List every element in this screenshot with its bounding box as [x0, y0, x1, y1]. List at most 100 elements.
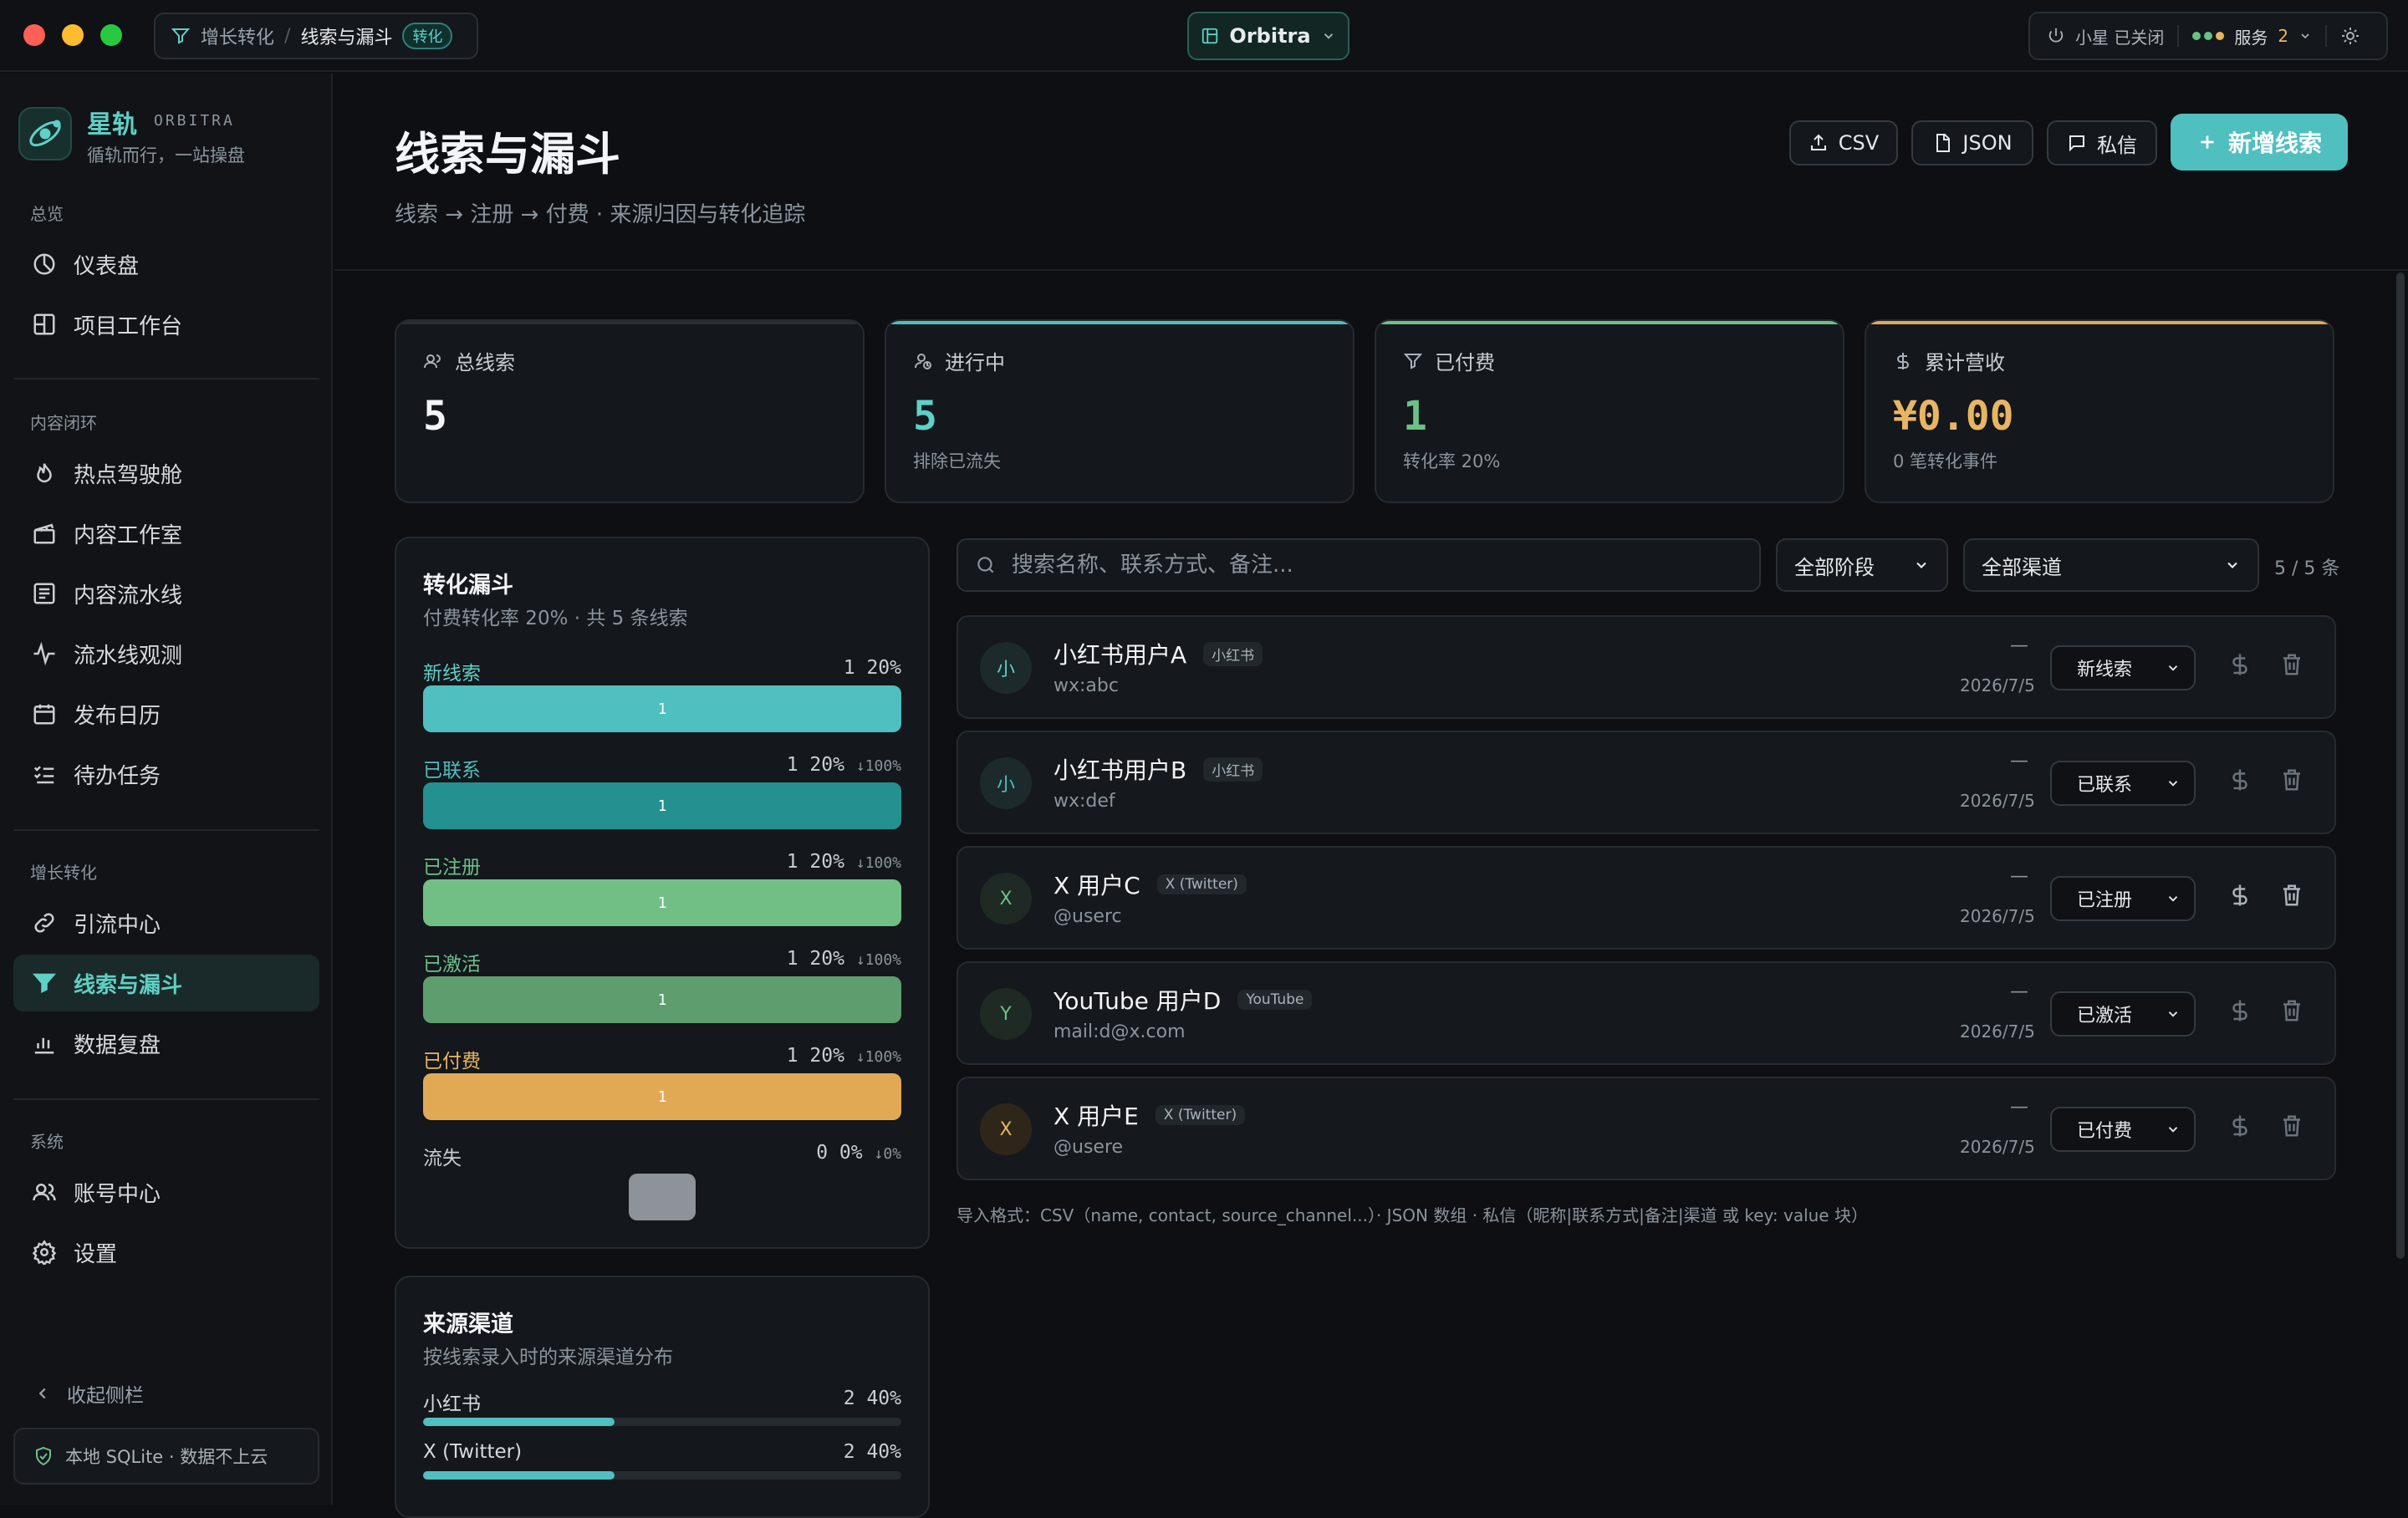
sidebar-item-review[interactable]: 数据复盘 — [13, 1015, 319, 1072]
chevron-down-icon — [1913, 557, 1930, 573]
stage-select[interactable]: 已联系 — [2050, 761, 2196, 806]
search-input[interactable] — [1012, 553, 1747, 578]
sidebar-item-leads[interactable]: 线索与漏斗 — [13, 955, 319, 1011]
breadcrumb-parent[interactable]: 增长转化 — [201, 23, 274, 49]
stat-value: ¥0.00 — [1893, 393, 2014, 440]
channel-chip: 小红书 — [1203, 641, 1263, 666]
sidebar-item-label: 线索与漏斗 — [74, 972, 183, 998]
dollar-icon[interactable] — [2227, 883, 2252, 908]
stage-filter-select[interactable]: 全部阶段 — [1776, 538, 1948, 592]
trash-icon[interactable] — [2279, 767, 2304, 792]
funnel-count: 0 — [816, 1142, 829, 1164]
search-field[interactable] — [957, 538, 1761, 592]
collapse-sidebar-button[interactable]: 收起侧栏 — [33, 1379, 144, 1408]
stat-value: 5 — [423, 393, 447, 440]
select-value: 已付费 — [2077, 1121, 2133, 1142]
stat-sub: 0 笔转化事件 — [1893, 451, 1998, 471]
stage-select[interactable]: 已注册 — [2050, 876, 2196, 921]
lead-contact: wx:def — [1054, 791, 1115, 812]
lead-row[interactable]: 小 小红书用户A 小红书 wx:abc — 2026/7/5 新线索 — [957, 615, 2336, 719]
link-icon — [32, 910, 57, 935]
main-scrollbar[interactable] — [2396, 273, 2405, 1259]
status-divider — [2325, 25, 2328, 47]
export-csv-button[interactable]: CSV — [1789, 120, 1898, 166]
sidebar-item-todo[interactable]: 待办任务 — [13, 746, 319, 802]
kanban-icon — [1201, 27, 1219, 45]
trash-icon[interactable] — [2279, 652, 2304, 677]
chevron-down-icon — [2166, 891, 2181, 906]
lead-contact: @usere — [1054, 1137, 1124, 1158]
lead-contact: wx:abc — [1054, 675, 1119, 696]
window-close-button[interactable] — [23, 24, 45, 46]
private-message-button[interactable]: 私信 — [2047, 120, 2157, 166]
lead-row[interactable]: X X 用户E X (Twitter) @usere — 2026/7/5 已付费 — [957, 1077, 2336, 1180]
select-value: 新线索 — [2077, 660, 2133, 680]
activity-icon — [32, 641, 57, 666]
storage-status: 本地 SQLite · 数据不上云 — [13, 1428, 319, 1485]
workspace-name: Orbitra — [1229, 24, 1311, 48]
sidebar-item-observability[interactable]: 流水线观测 — [13, 625, 319, 682]
sidebar-item-label: 内容工作室 — [74, 522, 183, 548]
sidebar-item-calendar[interactable]: 发布日历 — [13, 685, 319, 742]
lead-row[interactable]: X X 用户C X (Twitter) @userc — 2026/7/5 已注册 — [957, 846, 2336, 950]
lead-row[interactable]: Y YouTube 用户D YouTube mail:d@x.com — 2026… — [957, 961, 2336, 1065]
chevron-down-icon — [2166, 776, 2181, 791]
dollar-icon[interactable] — [2227, 652, 2252, 677]
stat-value: 5 — [913, 393, 937, 440]
trash-icon[interactable] — [2279, 1113, 2304, 1138]
select-value: 全部阶段 — [1794, 555, 1875, 579]
service-dot — [2216, 32, 2225, 40]
lead-value: — — [2010, 635, 2028, 656]
sidebar-item-trending[interactable]: 热点驾驶舱 — [13, 445, 319, 502]
title-bar: 增长转化 / 线索与漏斗 转化 Orbitra 小星 已关闭 服务 2 — [0, 0, 2408, 72]
sidebar-item-traffic[interactable]: 引流中心 — [13, 894, 319, 951]
brand-name: 星轨 — [87, 110, 137, 140]
source-count: 2 — [843, 1441, 855, 1463]
dollar-icon[interactable] — [2227, 767, 2252, 792]
sidebar-item-studio[interactable]: 内容工作室 — [13, 505, 319, 562]
source-count: 2 — [843, 1388, 855, 1409]
sidebar-item-label: 项目工作台 — [74, 313, 183, 339]
funnel-drop: ↓100% — [855, 1048, 901, 1066]
theme-sun-icon[interactable] — [2340, 26, 2360, 46]
dollar-icon[interactable] — [2227, 1113, 2252, 1138]
export-json-button[interactable]: JSON — [1911, 120, 2033, 166]
sidebar-item-workspace[interactable]: 项目工作台 — [13, 296, 319, 353]
lead-name: X 用户E — [1054, 1103, 1139, 1130]
services-indicator[interactable] — [2192, 32, 2225, 40]
chevron-down-icon — [1321, 28, 1336, 43]
chevron-down-icon[interactable] — [2298, 29, 2312, 43]
sidebar-item-pipeline[interactable]: 内容流水线 — [13, 565, 319, 622]
stat-card-paid: 已付费 1 转化率 20% — [1375, 319, 1844, 503]
window-maximize-button[interactable] — [100, 24, 122, 46]
select-value: 已注册 — [2077, 890, 2133, 911]
card-accent — [1866, 321, 2333, 324]
stage-select[interactable]: 新线索 — [2050, 645, 2196, 690]
lead-date: 2026/7/5 — [1960, 791, 2035, 811]
list-checks-icon — [32, 762, 57, 787]
sidebar-item-accounts[interactable]: 账号中心 — [13, 1164, 319, 1220]
stage-select[interactable]: 已激活 — [2050, 991, 2196, 1037]
workspace-switcher[interactable]: Orbitra — [1187, 12, 1349, 60]
services-count: 2 — [2278, 26, 2289, 46]
filter-icon — [1403, 351, 1423, 371]
sidebar-item-label: 数据复盘 — [74, 1032, 161, 1058]
trash-icon[interactable] — [2279, 998, 2304, 1023]
stat-sub: 转化率 20% — [1403, 451, 1501, 471]
users-icon — [32, 1179, 57, 1205]
trash-icon[interactable] — [2279, 883, 2304, 908]
sidebar-item-settings[interactable]: 设置 — [13, 1224, 319, 1281]
add-lead-button[interactable]: 新增线索 — [2171, 114, 2348, 171]
lead-name: X 用户C — [1054, 872, 1140, 899]
power-icon[interactable] — [2047, 27, 2065, 45]
assistant-status[interactable]: 小星 已关闭 — [2075, 24, 2164, 48]
stage-select[interactable]: 已付费 — [2050, 1107, 2196, 1152]
lead-row[interactable]: 小 小红书用户B 小红书 wx:def — 2026/7/5 已联系 — [957, 731, 2336, 834]
funnel-stage-name: 已激活 — [423, 954, 481, 975]
sidebar-item-dashboard[interactable]: 仪表盘 — [13, 236, 319, 293]
dollar-icon[interactable] — [2227, 998, 2252, 1023]
window-minimize-button[interactable] — [62, 24, 84, 46]
channel-filter-select[interactable]: 全部渠道 — [1963, 538, 2259, 592]
source-row: X (Twitter) 2 40% — [423, 1441, 901, 1480]
funnel-bar: 1 — [423, 1073, 901, 1120]
